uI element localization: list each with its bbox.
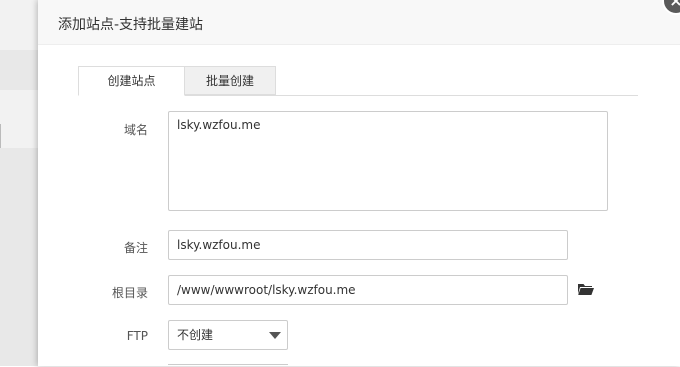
dialog-header: 添加站点-支持批量建站 — [38, 0, 680, 45]
chevron-down-icon — [269, 332, 281, 339]
remark-input[interactable]: lsky.wzfou.me — [168, 230, 568, 260]
ftp-select[interactable]: 不创建 — [168, 320, 288, 350]
dialog-title: 添加站点-支持批量建站 — [58, 17, 204, 33]
background-panel — [0, 90, 40, 148]
remark-label: 备注 — [123, 241, 148, 255]
tab-create-site[interactable]: 创建站点 — [78, 66, 185, 96]
domain-textarea[interactable]: lsky.wzfou.me — [168, 111, 608, 211]
tab-batch-create[interactable]: 批量创建 — [185, 66, 276, 95]
ftp-selected-value: 不创建 — [177, 328, 214, 342]
root-dir-label: 根目录 — [111, 286, 148, 300]
background-divider — [0, 124, 5, 148]
ftp-label: FTP — [126, 329, 148, 343]
background-panel — [0, 0, 40, 50]
tab-bar: 创建站点 批量创建 — [78, 66, 638, 96]
close-icon: × — [669, 0, 680, 10]
add-site-dialog: 添加站点-支持批量建站 × 创建站点 批量创建 域名 lsky.wzfou.me… — [38, 0, 680, 366]
root-dir-input[interactable]: /www/wwwroot/lsky.wzfou.me — [168, 275, 568, 305]
folder-open-icon[interactable] — [578, 282, 594, 296]
domain-label: 域名 — [123, 123, 148, 137]
